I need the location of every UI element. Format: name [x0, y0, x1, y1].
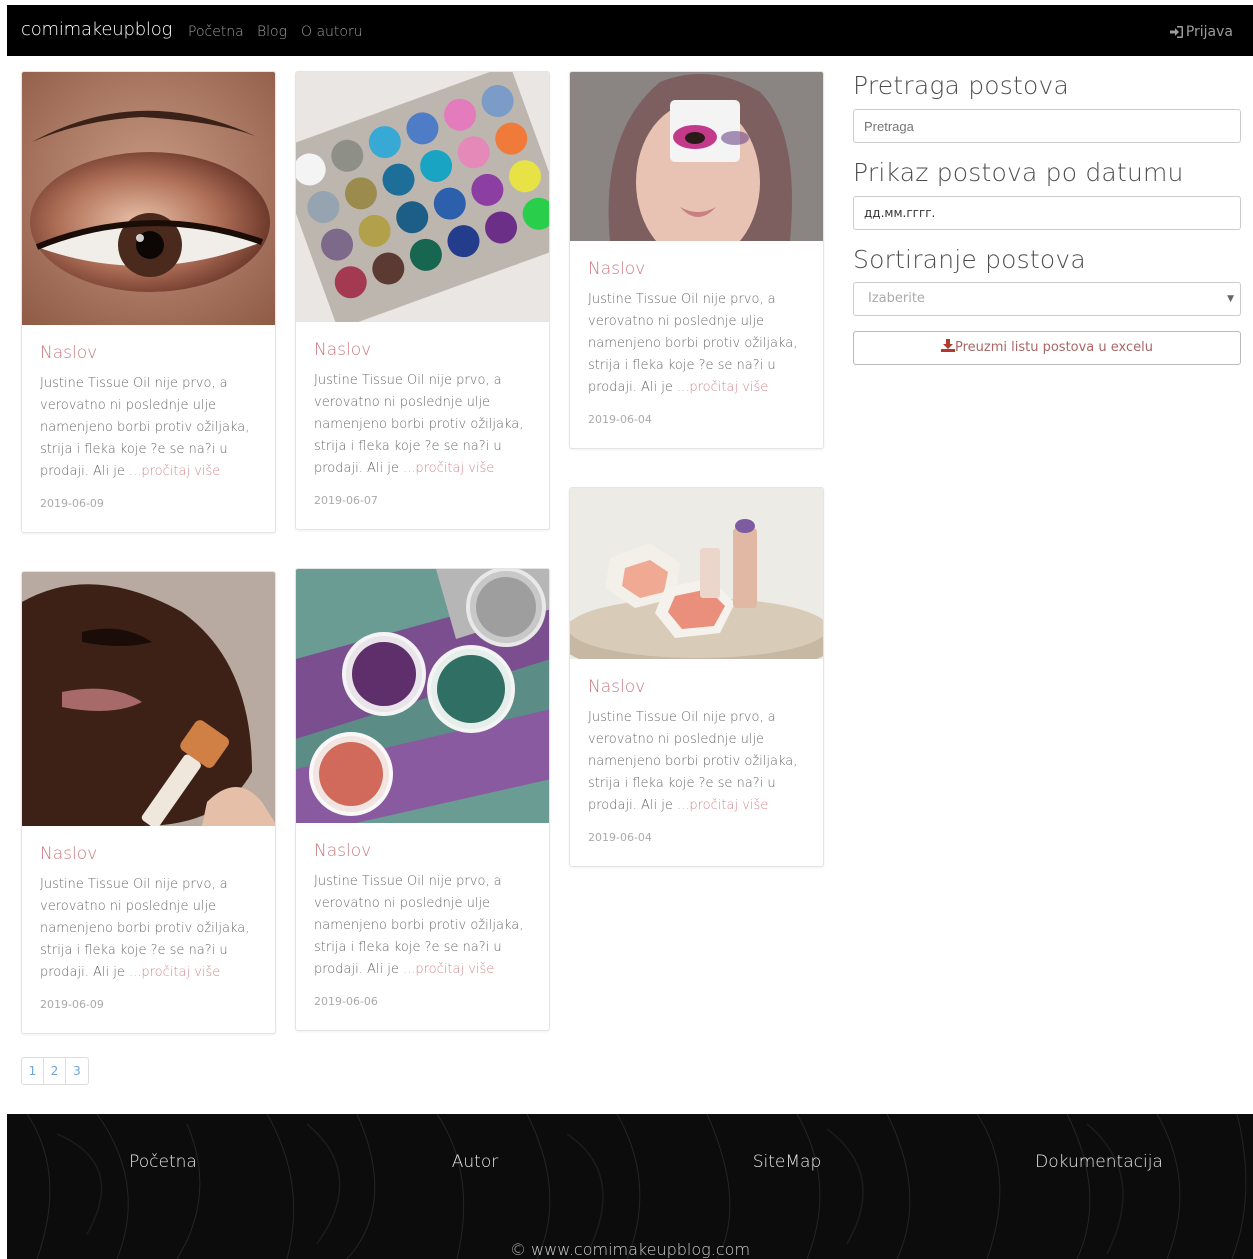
post-date: 2019-06-09	[40, 998, 104, 1011]
post-title[interactable]: Naslov	[314, 841, 531, 861]
footer: Početna Autor SiteMap Dokumentacija © ww…	[7, 1114, 1253, 1259]
post-image-eye[interactable]	[22, 72, 275, 325]
post-title[interactable]: Naslov	[588, 677, 805, 697]
post-title[interactable]: Naslov	[40, 844, 257, 864]
post-title[interactable]: Naslov	[314, 340, 531, 360]
download-excel-label: Preuzmi listu postova u excelu	[954, 340, 1154, 355]
sort-select-value: Izaberite	[868, 291, 925, 306]
read-more-link[interactable]: ...pročitaj više	[129, 464, 220, 479]
footer-link-autor[interactable]: Autor	[452, 1152, 498, 1172]
read-more-link[interactable]: ...pročitaj više	[677, 380, 768, 395]
sort-select[interactable]: Izaberite ▼	[853, 282, 1241, 316]
post-card: Naslov Justine Tissue Oil nije prvo, a v…	[21, 71, 276, 533]
post-excerpt: Justine Tissue Oil nije prvo, a verovatn…	[40, 877, 250, 980]
nav-link-pocetna[interactable]: Početna	[188, 24, 244, 40]
post-card: Naslov Justine Tissue Oil nije prvo, a v…	[295, 568, 550, 1031]
post-image-products[interactable]	[570, 488, 823, 659]
page-link-1[interactable]: 1	[22, 1058, 44, 1084]
copyright-text: © www.comimakeupblog.com	[509, 1240, 751, 1259]
pagination: 1 2 3	[21, 1057, 89, 1085]
post-date: 2019-06-07	[314, 494, 378, 507]
post-card: Naslov Justine Tissue Oil nije prvo, a v…	[295, 71, 550, 530]
post-excerpt: Justine Tissue Oil nije prvo, a verovatn…	[588, 292, 798, 395]
post-excerpt: Justine Tissue Oil nije prvo, a verovatn…	[588, 710, 798, 813]
search-input[interactable]	[853, 109, 1241, 143]
footer-fur-texture	[26, 1114, 1247, 1259]
post-image-brush[interactable]	[22, 572, 275, 826]
post-image-face[interactable]	[570, 72, 823, 241]
post-image-glitter[interactable]	[296, 569, 549, 823]
date-input[interactable]: дд.мм.гггг.	[853, 196, 1241, 230]
read-more-link[interactable]: ...pročitaj više	[129, 965, 220, 980]
post-excerpt: Justine Tissue Oil nije prvo, a verovatn…	[40, 376, 250, 479]
top-navbar: comimakeupblog Početna Blog O autoru Pri…	[7, 5, 1253, 56]
nav-link-o-autoru[interactable]: O autoru	[301, 24, 363, 40]
post-excerpt: Justine Tissue Oil nije prvo, a verovatn…	[314, 874, 524, 977]
login-link[interactable]: Prijava	[1169, 24, 1233, 40]
brand-logo-link[interactable]: comimakeupblog	[21, 19, 172, 40]
download-icon	[940, 339, 955, 352]
post-card: Naslov Justine Tissue Oil nije prvo, a v…	[21, 571, 276, 1034]
footer-link-pocetna[interactable]: Početna	[129, 1152, 197, 1172]
footer-link-dokumentacija[interactable]: Dokumentacija	[1035, 1152, 1163, 1172]
post-title[interactable]: Naslov	[40, 343, 257, 363]
nav-link-blog[interactable]: Blog	[257, 24, 287, 40]
post-excerpt: Justine Tissue Oil nije prvo, a verovatn…	[314, 373, 524, 476]
login-label: Prijava	[1185, 24, 1233, 40]
page-link-2[interactable]: 2	[44, 1058, 66, 1084]
date-filter-heading: Prikaz postova po datumu	[853, 158, 1184, 187]
sign-in-icon	[1169, 26, 1183, 38]
post-date: 2019-06-09	[40, 497, 104, 510]
post-card: Naslov Justine Tissue Oil nije prvo, a v…	[569, 487, 824, 867]
post-image-palette[interactable]	[296, 72, 549, 322]
search-heading: Pretraga postova	[853, 71, 1070, 100]
download-excel-button[interactable]: Preuzmi listu postova u excelu	[853, 331, 1241, 365]
read-more-link[interactable]: ...pročitaj više	[403, 461, 494, 476]
chevron-down-icon: ▼	[1227, 294, 1234, 304]
read-more-link[interactable]: ...pročitaj više	[403, 962, 494, 977]
post-title[interactable]: Naslov	[588, 259, 805, 279]
sort-heading: Sortiranje postova	[853, 245, 1086, 274]
read-more-link[interactable]: ...pročitaj više	[677, 798, 768, 813]
post-date: 2019-06-06	[314, 995, 378, 1008]
page-link-3[interactable]: 3	[66, 1058, 88, 1084]
post-card: Naslov Justine Tissue Oil nije prvo, a v…	[569, 71, 824, 449]
footer-link-sitemap[interactable]: SiteMap	[753, 1152, 822, 1172]
post-date: 2019-06-04	[588, 413, 652, 426]
post-date: 2019-06-04	[588, 831, 652, 844]
